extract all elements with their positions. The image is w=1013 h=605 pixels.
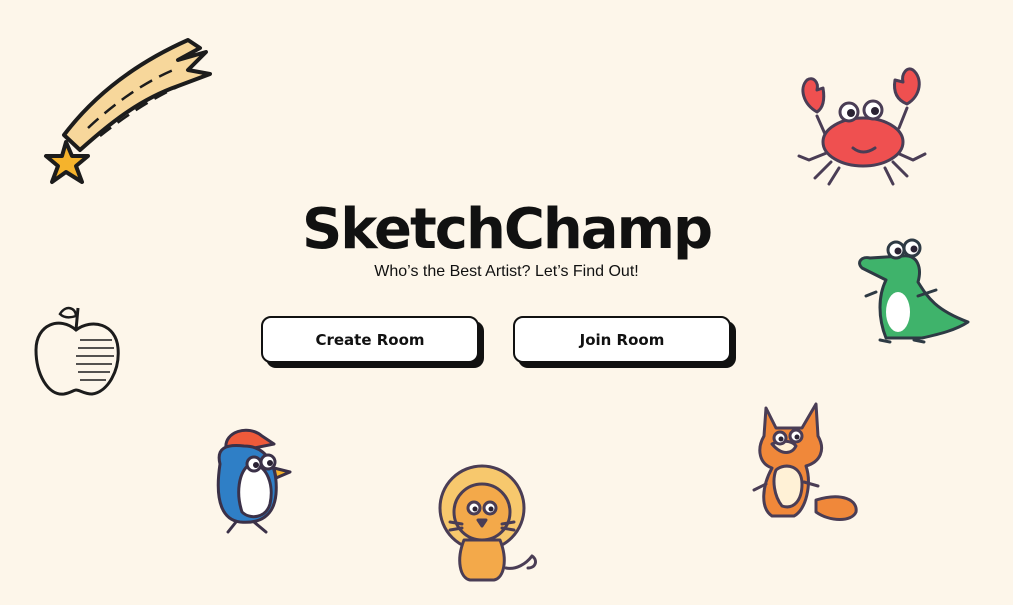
join-room-label: Join Room — [579, 330, 665, 349]
join-room-button[interactable]: Join Room — [513, 316, 731, 363]
create-room-label: Create Room — [315, 330, 425, 349]
app-subtitle: Who’s the Best Artist? Let’s Find Out! — [374, 263, 639, 280]
apple-illustration — [34, 306, 120, 396]
create-room-button[interactable]: Create Room — [261, 316, 479, 363]
shooting-star-illustration — [44, 38, 212, 184]
app-title: SketchChamp — [301, 197, 713, 262]
crab-illustration — [797, 67, 927, 186]
fox-illustration — [752, 402, 858, 521]
penguin-illustration — [216, 428, 292, 534]
lion-illustration — [438, 464, 537, 582]
